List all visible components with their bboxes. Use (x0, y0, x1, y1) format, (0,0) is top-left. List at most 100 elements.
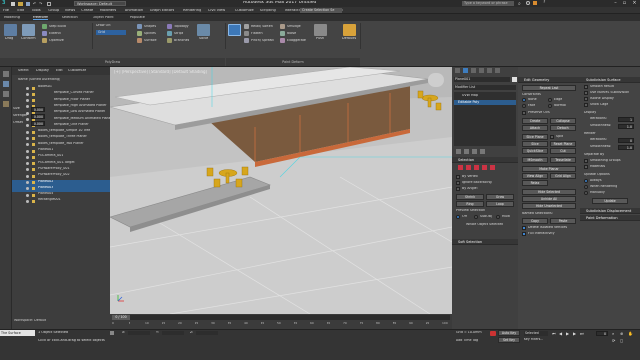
element-level-icon[interactable] (490, 165, 495, 170)
visibility-icon[interactable] (26, 99, 29, 103)
key-filters-button[interactable]: Key Filters... (524, 338, 543, 341)
visibility-icon[interactable] (26, 155, 29, 159)
visibility-icon[interactable] (26, 187, 29, 191)
menu-animation[interactable]: Animation (125, 9, 143, 13)
undo-icon[interactable]: ↶ (33, 1, 36, 6)
smooth-result-checkbox[interactable] (584, 85, 588, 89)
viewport-label[interactable]: [+] [Perspective] [Standard] [Default Sh… (114, 70, 207, 74)
hierarchy-icon[interactable] (3, 91, 9, 97)
param-spinner[interactable]: 0.000 (31, 114, 45, 119)
preview-subobj-radio[interactable] (474, 215, 478, 219)
isoline-display-checkbox[interactable] (584, 97, 588, 101)
scene-object-row[interactable]: PGCamera_001 (12, 154, 110, 160)
by-angle-checkbox[interactable] (456, 187, 460, 191)
quickslice-button[interactable]: QuickSlice (522, 148, 548, 154)
scene-object-row[interactable]: template_Medium Animated Planer (12, 117, 112, 123)
lock-selection-icon[interactable] (110, 331, 114, 335)
stack-item-uvw-map[interactable]: UVW Map (462, 94, 478, 97)
exaggerate-icon[interactable] (280, 38, 285, 43)
topology-icon[interactable] (167, 24, 172, 29)
paint-deform-group-label[interactable]: Paint Deform (226, 58, 360, 66)
time-slider[interactable]: 0 / 100 (112, 315, 450, 320)
key-set-dropdown[interactable]: Selected (524, 331, 548, 336)
ribbon-tab-modeling[interactable]: Modeling (4, 16, 20, 20)
push-icon[interactable] (314, 24, 327, 36)
next-frame-icon[interactable]: ▶ (573, 331, 576, 336)
ring-button[interactable]: Ring (456, 201, 484, 207)
delete-isolated-checkbox[interactable] (522, 226, 526, 230)
maximize-icon[interactable]: ▫ (620, 0, 629, 7)
preview-off-radio[interactable] (456, 215, 460, 219)
project-folder-icon[interactable] (47, 1, 51, 6)
object-color-swatch[interactable] (512, 77, 517, 82)
scene-object-row[interactable]: PSHwareProxy_001 (12, 167, 110, 173)
pinch-spread-icon[interactable] (244, 38, 249, 43)
set-key-button[interactable]: Set Key (498, 337, 520, 343)
help-icon[interactable]: ? (543, 0, 545, 5)
extend-button[interactable]: Extend (49, 32, 61, 35)
smoothness-spinner[interactable]: 1.0 (618, 124, 634, 129)
time-slider-thumb[interactable]: 0 / 100 (112, 315, 130, 320)
motion-tab-icon[interactable] (479, 68, 484, 73)
menu-views[interactable]: Views (65, 9, 75, 13)
scene-object-row[interactable]: template_High Animated Planer (12, 104, 110, 110)
smudge-icon[interactable] (280, 24, 285, 29)
loop-button[interactable]: Loop (486, 201, 514, 207)
reset-plane-button[interactable]: Reset Plane (550, 141, 576, 147)
defaults-icon[interactable] (343, 24, 356, 36)
visibility-icon[interactable] (26, 143, 29, 147)
previous-frame-icon[interactable]: ◀ (559, 331, 562, 336)
menu-scripting[interactable]: Scripting (260, 9, 276, 13)
menu-edit[interactable]: Edit (17, 9, 24, 13)
materials-checkbox[interactable] (584, 165, 588, 169)
visibility-icon[interactable] (26, 118, 29, 121)
play-icon[interactable]: ▶ (566, 331, 569, 336)
full-paint-icon[interactable] (228, 24, 241, 36)
menu-tools[interactable]: Tools (32, 9, 41, 13)
object-name-field[interactable]: Plane001 (454, 77, 510, 82)
relax-soften-button[interactable]: Relax/ Soften (251, 25, 273, 28)
flatten-button[interactable]: Flatten (251, 32, 263, 35)
scene-object-row[interactable]: Boxes_template_Simple 10 Tree (12, 129, 110, 135)
zoom-icon[interactable]: ⌕ (612, 331, 614, 336)
show-cage-checkbox[interactable] (584, 103, 588, 107)
x-coord-field[interactable] (128, 331, 150, 335)
shrink-button[interactable]: Shrink (456, 194, 484, 200)
modifier-list-dropdown[interactable]: Modifier List (454, 85, 516, 90)
hide-selected-button[interactable]: Hide Selected (522, 189, 576, 195)
collapse-button[interactable]: Collapse (550, 118, 576, 124)
selection-set-dropdown[interactable]: Create Selection Se (300, 8, 342, 13)
y-coord-field[interactable] (162, 331, 184, 335)
subdivision-displacement-header[interactable]: Subdivision Displacement (580, 208, 640, 214)
scene-object-row[interactable]: PSHwareProxy_002 (12, 173, 110, 179)
hierarchy-tab-icon[interactable] (471, 68, 476, 73)
visibility-icon[interactable] (26, 130, 29, 134)
exaggerate-button[interactable]: Exaggerate (287, 39, 306, 42)
param-spinner[interactable]: 0.000 (31, 121, 45, 126)
menu-rendering[interactable]: Rendering (183, 9, 201, 13)
z-coord-field[interactable] (196, 331, 218, 335)
full-interactivity-checkbox[interactable] (522, 232, 526, 236)
visibility-icon[interactable] (26, 174, 29, 178)
scene-object-row[interactable]: template_Curved Planer (12, 91, 110, 97)
ribbon-tab-selection[interactable]: Selection (62, 16, 78, 20)
update-when-rendering-radio[interactable] (584, 185, 588, 189)
surface-button[interactable]: Surface (144, 39, 157, 42)
split-checkbox[interactable] (550, 135, 554, 139)
explorer-tab-display[interactable]: Display (36, 69, 49, 73)
solve-icon[interactable] (197, 24, 210, 36)
slice-button[interactable]: Slice (522, 141, 548, 147)
scene-object-row[interactable]: Boxes_template_Three Planer (12, 135, 110, 141)
edge-level-icon[interactable] (466, 165, 471, 170)
use-nurms-checkbox[interactable] (584, 91, 588, 95)
drag-icon[interactable] (4, 24, 17, 36)
update-always-radio[interactable] (584, 179, 588, 183)
step-build-icon[interactable] (42, 24, 47, 29)
visibility-icon[interactable] (26, 162, 29, 166)
pinch-spread-button[interactable]: Pinch/ Spread (251, 39, 274, 42)
current-frame-field[interactable]: 0 (596, 331, 608, 336)
menu-create[interactable]: Create (81, 9, 93, 13)
vertex-level-icon[interactable] (458, 165, 463, 170)
explorer-tab-customize[interactable]: Customize (68, 69, 86, 73)
render-smoothness-spinner[interactable]: 1.0 (618, 145, 634, 150)
